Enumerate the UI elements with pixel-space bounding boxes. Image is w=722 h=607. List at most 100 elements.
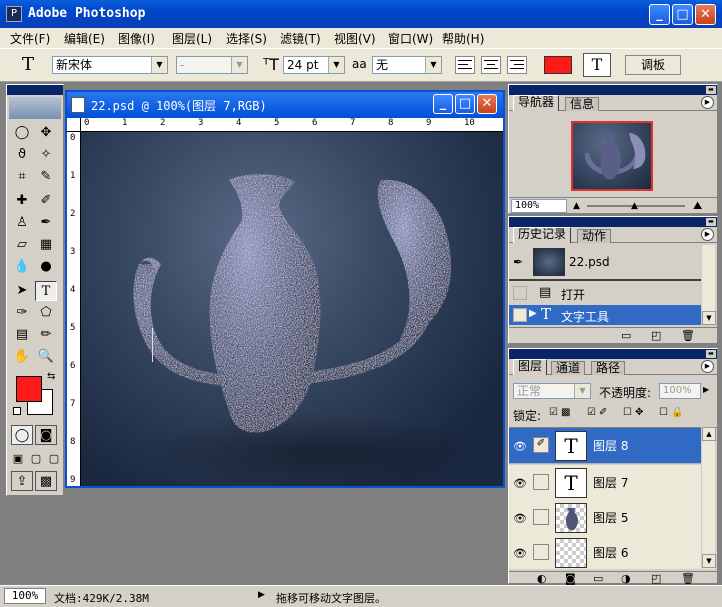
pen-tool-icon[interactable]: ✑ xyxy=(11,303,33,323)
navigator-thumbnail[interactable] xyxy=(571,121,653,191)
visibility-eye-icon[interactable]: 👁 xyxy=(513,512,527,525)
brush-active-icon[interactable]: ✐ xyxy=(533,437,549,453)
blur-tool-icon[interactable]: 💧 xyxy=(11,257,33,277)
opacity-field[interactable]: 100% xyxy=(659,383,701,399)
menu-layer[interactable]: 图层(L) xyxy=(170,30,214,47)
lock-transparency-icon[interactable]: ☑▩ xyxy=(549,407,573,418)
crop-tool-icon[interactable]: ⌗ xyxy=(11,167,33,187)
font-family-select[interactable]: 新宋体 ▼ xyxy=(52,56,168,74)
new-document-from-state-icon[interactable]: ▭ xyxy=(621,329,631,342)
scroll-up-icon[interactable]: ▲ xyxy=(702,427,716,441)
screen-mode-menu-icon[interactable]: ▢ xyxy=(27,449,45,469)
panel-collapse-icon[interactable]: ▬ xyxy=(706,218,716,226)
history-item-selected[interactable]: ▶ T 文字工具 xyxy=(509,305,701,325)
zoom-in-icon[interactable]: ⛰ xyxy=(693,199,702,213)
font-size-select[interactable]: 24 pt ▼ xyxy=(283,56,345,74)
status-menu-arrow-icon[interactable]: ▶ xyxy=(258,590,265,600)
trash-icon[interactable]: 🗑 xyxy=(681,329,695,342)
quick-mask-mode-icon[interactable]: ◙ xyxy=(35,425,57,445)
text-color-swatch[interactable] xyxy=(544,56,572,74)
slice-tool-icon[interactable]: ✎ xyxy=(35,167,57,187)
zoom-slider-thumb[interactable]: ▲ xyxy=(631,201,638,211)
visibility-eye-icon[interactable]: 👁 xyxy=(513,440,527,453)
history-brush-tool-icon[interactable]: ✒ xyxy=(35,213,57,233)
hand-tool-icon[interactable]: ✋ xyxy=(11,347,33,367)
panel-menu-icon[interactable]: ▶ xyxy=(701,228,714,241)
history-snapshot[interactable]: ✒ 22.psd xyxy=(509,245,701,281)
notes-tool-icon[interactable]: ▤ xyxy=(11,325,33,345)
shape-tool-icon[interactable]: ⬠ xyxy=(35,303,57,323)
visibility-eye-icon[interactable]: 👁 xyxy=(513,477,527,490)
maximize-button[interactable]: □ xyxy=(672,4,693,25)
link-box[interactable] xyxy=(533,509,549,525)
new-snapshot-icon[interactable]: ◰ xyxy=(651,329,661,342)
healing-brush-tool-icon[interactable]: ✚ xyxy=(11,191,33,211)
imageready-icon[interactable]: ▩ xyxy=(35,471,57,491)
new-set-icon[interactable]: ▭ xyxy=(593,572,603,585)
layer-row[interactable]: 👁 T 图层 7 xyxy=(509,465,701,501)
eyedropper-tool-icon[interactable]: ✏ xyxy=(35,325,57,345)
doc-minimize-button[interactable]: _ xyxy=(433,94,453,114)
standard-mode-icon[interactable]: ◯ xyxy=(11,425,33,445)
tab-paths[interactable]: 路径 xyxy=(591,361,626,375)
foreground-color-swatch[interactable] xyxy=(16,376,42,402)
history-scrollbar[interactable]: ▼ xyxy=(701,245,716,325)
tab-info[interactable]: 信息 xyxy=(565,97,600,111)
warp-text-button[interactable]: T xyxy=(583,53,611,77)
blend-mode-select[interactable]: 正常 ▼ xyxy=(513,383,591,399)
ruler-origin[interactable] xyxy=(67,118,81,132)
type-tool-icon[interactable]: T xyxy=(35,281,57,301)
status-zoom-field[interactable]: 100% xyxy=(4,588,46,604)
path-selection-tool-icon[interactable]: ➤ xyxy=(11,281,33,301)
menu-window[interactable]: 窗口(W) xyxy=(386,30,435,47)
tab-history[interactable]: 历史记录 xyxy=(513,227,572,243)
tab-actions[interactable]: 动作 xyxy=(577,229,612,243)
menu-select[interactable]: 选择(S) xyxy=(224,30,269,47)
align-right-button[interactable] xyxy=(507,56,527,74)
adjustment-layer-icon[interactable]: ◑ xyxy=(621,572,631,585)
doc-maximize-button[interactable]: □ xyxy=(455,94,475,114)
font-style-select[interactable]: - ▼ xyxy=(176,56,248,74)
tab-navigator[interactable]: 导航器 xyxy=(513,95,560,111)
palettes-button[interactable]: 调板 xyxy=(625,55,681,75)
layer-style-icon[interactable]: ◐ xyxy=(537,572,547,585)
trash-icon[interactable]: 🗑 xyxy=(681,572,695,585)
align-left-button[interactable] xyxy=(455,56,475,74)
link-box[interactable] xyxy=(533,544,549,560)
eraser-tool-icon[interactable]: ▱ xyxy=(11,235,33,255)
jump-to-imageready-icon[interactable]: ⇪ xyxy=(11,471,33,491)
screen-mode-standard-icon[interactable]: ▣ xyxy=(9,449,27,469)
panel-collapse-icon[interactable]: ▬ xyxy=(706,350,716,358)
link-box[interactable] xyxy=(533,474,549,490)
layer-mask-icon[interactable]: ◙ xyxy=(565,572,576,585)
swap-colors-icon[interactable]: ⇆ xyxy=(47,371,55,382)
history-brush-source-icon[interactable]: ✒ xyxy=(513,255,523,269)
history-state-slider-icon[interactable]: ▶ xyxy=(529,308,537,319)
menu-help[interactable]: 帮助(H) xyxy=(440,30,486,47)
zoom-out-icon[interactable]: ▲ xyxy=(573,201,580,211)
tab-channels[interactable]: 通道 xyxy=(551,361,586,375)
dodge-tool-icon[interactable]: ● xyxy=(35,257,57,277)
panel-menu-icon[interactable]: ▶ xyxy=(701,96,714,109)
menu-filter[interactable]: 滤镜(T) xyxy=(278,30,323,47)
image-canvas[interactable] xyxy=(81,132,503,486)
scroll-down-icon[interactable]: ▼ xyxy=(702,554,716,568)
menu-file[interactable]: 文件(F) xyxy=(8,30,52,47)
screen-mode-full-icon[interactable]: ▢ xyxy=(45,449,63,469)
clone-stamp-tool-icon[interactable]: ♙ xyxy=(11,213,33,233)
layer-row[interactable]: 👁 ✐ T 图层 8 xyxy=(509,428,701,464)
minimize-button[interactable]: _ xyxy=(649,4,670,25)
tab-layers[interactable]: 图层 xyxy=(513,359,548,375)
close-button[interactable]: ✕ xyxy=(695,4,716,25)
layer-row[interactable]: 👁 图层 6 xyxy=(509,535,701,569)
type-tool-icon[interactable]: T xyxy=(22,54,34,75)
navigator-zoom-field[interactable]: 100% xyxy=(511,199,567,213)
visibility-eye-icon[interactable]: 👁 xyxy=(513,547,527,560)
default-colors-icon[interactable] xyxy=(13,407,21,415)
history-source-box[interactable] xyxy=(513,286,527,300)
menu-view[interactable]: 视图(V) xyxy=(332,30,378,47)
layers-scrollbar[interactable]: ▲ ▼ xyxy=(701,427,716,569)
antialias-select[interactable]: 无 ▼ xyxy=(372,56,442,74)
layer-row[interactable]: 👁 图层 5 xyxy=(509,500,701,536)
lock-image-icon[interactable]: ☑✐ xyxy=(587,407,610,418)
